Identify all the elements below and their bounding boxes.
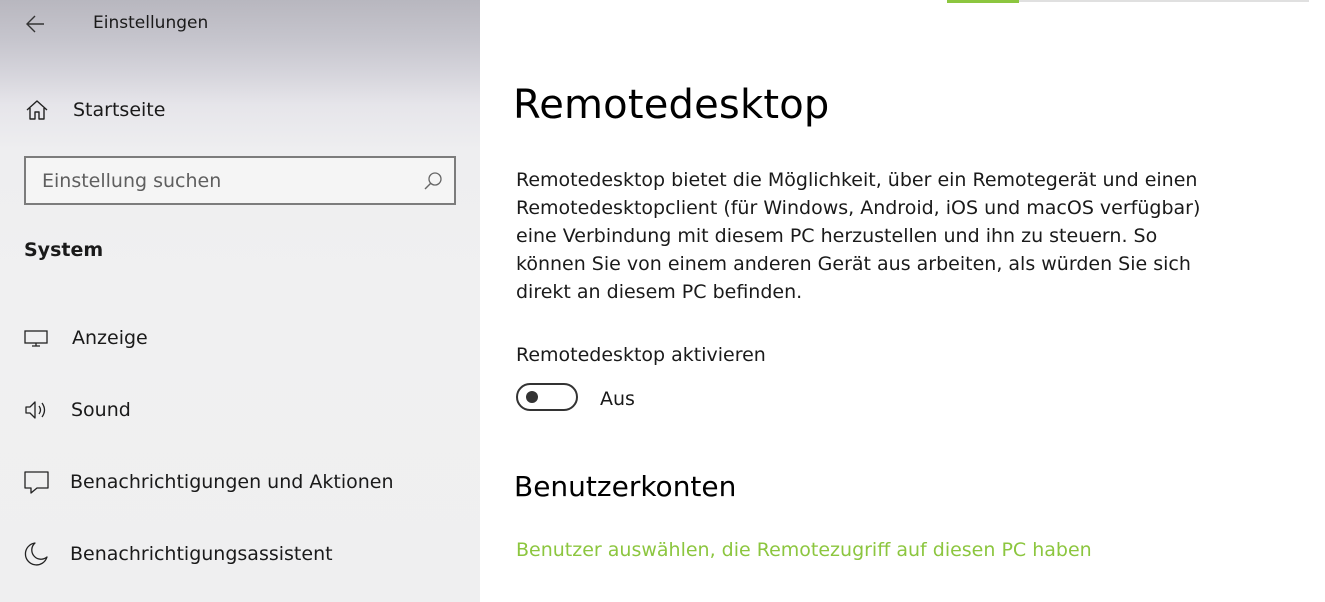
back-button[interactable] — [22, 10, 50, 38]
message-icon — [24, 471, 49, 494]
toggle-knob — [526, 391, 538, 403]
sidebar-item-label: Benachrichtigungen und Aktionen — [70, 471, 394, 493]
section-label-system: System — [24, 239, 104, 261]
top-divider-accent — [947, 0, 1019, 3]
sidebar-item-label: Startseite — [73, 99, 166, 121]
sidebar-item-display[interactable]: Anzeige — [0, 312, 480, 364]
search-input[interactable] — [26, 158, 422, 203]
monitor-icon — [24, 330, 48, 347]
sidebar-item-label: Benachrichtigungsassistent — [70, 543, 333, 565]
back-arrow-icon — [26, 15, 44, 33]
settings-window: Einstellungen Startseite System Anzeige — [0, 0, 1325, 602]
app-title: Einstellungen — [93, 13, 209, 33]
user-accounts-heading: Benutzerkonten — [514, 470, 737, 503]
remote-desktop-toggle[interactable] — [516, 383, 578, 411]
sidebar-item-sound[interactable]: Sound — [0, 384, 480, 436]
search-box — [24, 156, 456, 205]
sidebar-item-home[interactable]: Startseite — [0, 84, 480, 136]
sidebar-item-label: Sound — [71, 399, 131, 421]
description-text: Remotedesktop bietet die Möglichkeit, üb… — [516, 169, 1201, 303]
page-title: Remotedesktop — [513, 82, 830, 128]
speaker-icon — [25, 401, 46, 419]
sidebar: Einstellungen Startseite System Anzeige — [0, 0, 480, 602]
toggle-state-text: Aus — [600, 388, 635, 410]
moon-icon — [24, 542, 48, 566]
select-users-link[interactable]: Benutzer auswählen, die Remotezugriff au… — [516, 539, 1092, 561]
sidebar-item-focus-assist[interactable]: Benachrichtigungsassistent — [0, 528, 480, 580]
sidebar-item-notifications[interactable]: Benachrichtigungen und Aktionen — [0, 456, 480, 508]
search-icon[interactable] — [422, 170, 444, 192]
sidebar-item-label: Anzeige — [72, 327, 148, 349]
toggle-label: Remotedesktop aktivieren — [516, 344, 766, 366]
home-icon — [26, 100, 48, 120]
main-content: Remotedesktop Remotedesktop bietet die M… — [480, 0, 1325, 602]
